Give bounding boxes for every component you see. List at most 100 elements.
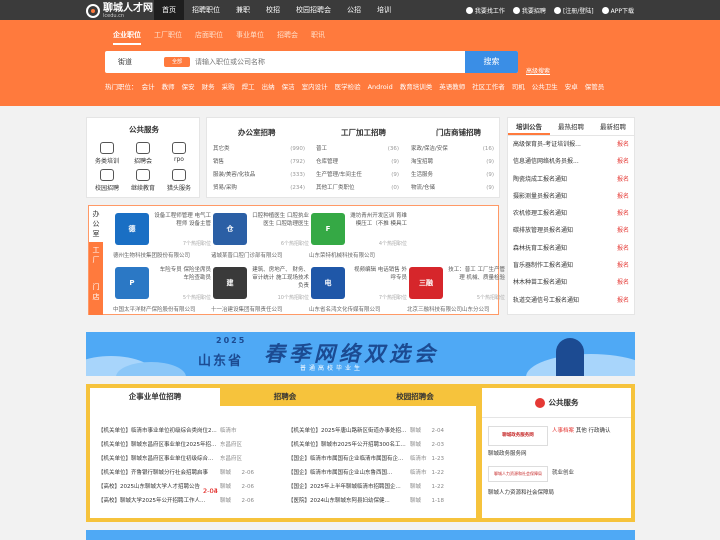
announcement-item[interactable]: 高级保育员-考证培训报... 报名 <box>508 136 634 153</box>
enterprise-card[interactable]: 德设备工程师管理 电气工程师 设备主管 7个热招职位 德州生物科技集团股份有限公司 <box>113 210 211 260</box>
link-admin[interactable]: 行政确认 <box>589 428 611 434</box>
job-fair-banner[interactable]: 2025 山东省 春季网络双选会 普通高校毕业生 <box>86 332 635 376</box>
hot-job-link[interactable]: 室内设计 <box>302 83 328 91</box>
hot-job-link[interactable]: Android <box>368 83 393 91</box>
category-item[interactable]: 贸易/采购 (234) <box>213 182 305 195</box>
announcement-item[interactable]: 摄影测量员报名通知 报名 <box>508 188 634 205</box>
announcement-item[interactable]: 农机修理工报名通知 报名 <box>508 205 634 222</box>
service-fair[interactable]: 招聘会 <box>125 142 161 165</box>
news-item[interactable]: 【高校】聊城大学2025年公开招聘工作人... 聊城 2-06 <box>98 494 254 508</box>
city-select[interactable]: 街道 <box>118 51 132 73</box>
register-link[interactable]: 报名 <box>617 153 629 170</box>
service-rpo[interactable]: rpo <box>161 142 197 165</box>
hot-job-link[interactable]: 司机 <box>512 83 525 91</box>
register-link[interactable]: 报名 <box>617 188 629 205</box>
news-item[interactable]: 【医院】2024山东聊城东阿县妇幼保健... 聊城 1-18 <box>288 494 444 508</box>
search-input[interactable] <box>195 55 460 69</box>
nav-home[interactable]: 首页 <box>154 0 184 20</box>
category-item[interactable]: 其他工厂类职位 (0) <box>316 182 399 195</box>
factory-title[interactable]: 工厂加工招聘 <box>341 127 386 138</box>
nav-training[interactable]: 培训 <box>369 0 399 20</box>
news-item[interactable]: 【机关单位】聊城东昌府区事业单位初级综合... 东昌府区 2-03 <box>98 452 254 495</box>
news-item[interactable]: 【国企】临清市市属国有企业山东鲁西国... 临清市 1-22 <box>288 466 444 480</box>
enterprise-card[interactable]: 三融 技工：普工 工厂生产管理 机械、质量检验 5个热招职位 北京三融科技有限公司山东… <box>407 264 505 314</box>
hot-job-link[interactable]: 社区工作者 <box>472 83 505 91</box>
category-item[interactable]: 销售 (792) <box>213 156 305 169</box>
category-item[interactable]: 仓库管理 (9) <box>316 156 399 169</box>
category-item[interactable]: 物流/仓储 (9) <box>411 182 494 195</box>
register-link[interactable]: 报名 <box>617 136 629 153</box>
hot-job-link[interactable]: 采购 <box>222 83 235 91</box>
category-item[interactable]: 生产管理/车间主任 (9) <box>316 169 399 182</box>
enterprise-card[interactable]: F 潍坊青州开发区训 育维模压工（不推 模具工 4个热招职位 山东荣特机械科技有限公司 <box>309 210 407 260</box>
tab-enterprise-recruit[interactable]: 企事业单位招聘 <box>90 388 220 406</box>
nav-campus[interactable]: 校招 <box>258 0 288 20</box>
hot-job-link[interactable]: 财务 <box>202 83 215 91</box>
category-item[interactable]: 服装/美容/化妆品 (333) <box>213 169 305 182</box>
hot-job-link[interactable]: 医学检验 <box>335 83 361 91</box>
category-item[interactable]: 家政/保洁/安保 (16) <box>411 143 494 156</box>
link-employment[interactable]: 就业创业 <box>552 468 574 476</box>
service-training[interactable]: 务类培训 <box>89 142 125 165</box>
service-headhunt[interactable]: 猎头服务 <box>161 169 197 192</box>
register-link[interactable]: 报名 <box>617 292 629 309</box>
announcement-item[interactable]: 陶瓷烧成工报名通知 报名 <box>508 171 634 188</box>
hot-job-link[interactable]: 焊工 <box>242 83 255 91</box>
register-link[interactable]: 报名 <box>617 274 629 291</box>
hot-job-link[interactable]: 教师 <box>162 83 175 91</box>
register-link[interactable]: 报名 <box>617 222 629 239</box>
cat-label-office[interactable]: 办公室 <box>89 206 103 242</box>
enterprise-card[interactable]: P 车险专员 保险坐席员 车险查勘员 5个热招职位 中国太平洋财产保险股份有限公司 <box>113 264 211 314</box>
tab-job-fair[interactable]: 招聘会 <box>220 388 350 406</box>
register-link[interactable]: 报名 <box>617 205 629 222</box>
announcement-item[interactable]: 碳排放管理员报名通知 报名 <box>508 222 634 239</box>
tab-enterprise[interactable]: 企业职位 <box>113 30 141 45</box>
link-archive[interactable]: 人事档案 <box>552 428 574 434</box>
register-link[interactable]: 报名 <box>617 240 629 257</box>
register-link[interactable]: 报名 <box>617 171 629 188</box>
news-item[interactable]: 【机关单位】聊城东昌府区事业单位2025年招... 东昌府区 2-04 <box>98 438 254 495</box>
find-job-link[interactable]: 我要找工作 <box>465 6 505 15</box>
hot-job-link[interactable]: 公共卫生 <box>532 83 558 91</box>
news-item[interactable]: 【国企】2025年上半年聊城临清市招聘国企... 聊城 1-22 <box>288 480 444 494</box>
store-title[interactable]: 门店商铺招聘 <box>436 127 481 138</box>
cat-label-factory[interactable]: 工厂 <box>89 242 103 279</box>
recruit-link[interactable]: 我要招聘 <box>512 6 546 15</box>
tab-store[interactable]: 店面职位 <box>195 30 223 45</box>
service-campus[interactable]: 校园招聘 <box>89 169 125 192</box>
gov-service-logo[interactable]: 聊城政务服务网 <box>488 426 548 446</box>
tab-factory[interactable]: 工厂职位 <box>154 30 182 45</box>
category-item[interactable]: 生活服务 (9) <box>411 169 494 182</box>
app-download-link[interactable]: APP下载 <box>601 6 634 15</box>
link-other[interactable]: 其他 <box>576 428 587 434</box>
hot-job-link[interactable]: 保安 <box>182 83 195 91</box>
enterprise-card[interactable]: 仓口腔种植医生 口腔执业医生 口腔助理医生 6个热招职位 诸城某晋口腔门诊部有限公司 <box>211 210 309 260</box>
hot-job-link[interactable]: 教育培训类 <box>400 83 433 91</box>
hot-job-link[interactable]: 保管员 <box>585 83 605 91</box>
tab-campus-fair[interactable]: 校园招聘会 <box>350 388 480 406</box>
news-item[interactable]: 【机关单位】2025年唐山路新区街道办事处招... 聊城 2-04 <box>288 424 444 438</box>
enterprise-card[interactable]: 建建筑、房地产、 财务、审计统计 施工现场技术负责 10个热招职位 十一冶建设集团有… <box>211 264 309 314</box>
site-logo[interactable]: 聊城人才网 lcedu.cn <box>86 3 153 19</box>
hot-job-link[interactable]: 出纳 <box>262 83 275 91</box>
nav-jobs[interactable]: 招聘职位 <box>184 0 228 20</box>
tab-new-recruit[interactable]: 最新招聘 <box>592 118 634 135</box>
news-item[interactable]: 【机关单位】聊城市2025年公开招聘300名工... 聊城 2-03 <box>288 438 444 452</box>
hot-job-link[interactable]: 会计 <box>142 83 155 91</box>
tab-hot-recruit[interactable]: 最热招聘 <box>550 118 592 135</box>
hot-job-link[interactable]: 英语教师 <box>439 83 465 91</box>
tab-training-notice[interactable]: 培训公告 <box>508 118 550 135</box>
cat-label-store[interactable]: 门店 <box>89 279 103 315</box>
category-item[interactable]: 普工 (36) <box>316 143 399 156</box>
advanced-search-link[interactable]: 高级搜索 <box>526 66 550 75</box>
hot-job-link[interactable]: 安卓 <box>565 83 578 91</box>
announcement-item[interactable]: 信息通信网络机务员报... 报名 <box>508 153 634 170</box>
service-education[interactable]: 继续教育 <box>125 169 161 192</box>
register-link[interactable]: 报名 <box>617 257 629 274</box>
hr-bureau-logo[interactable]: 聊城人力资源和社会保障局 <box>488 466 548 482</box>
news-item[interactable]: 【国企】临清市市属国有企业临清市属国有企... 临清市 1-23 <box>288 452 444 466</box>
news-item[interactable]: 【高校】2025山东聊城大学人才招聘公告 聊城 2-06 <box>98 480 254 494</box>
announcement-item[interactable]: 轨道交通信号工报名通知 报名 <box>508 292 634 309</box>
search-button[interactable]: 搜索 <box>465 51 518 73</box>
announcement-item[interactable]: 盲乐器制作工报名通知 报名 <box>508 257 634 274</box>
